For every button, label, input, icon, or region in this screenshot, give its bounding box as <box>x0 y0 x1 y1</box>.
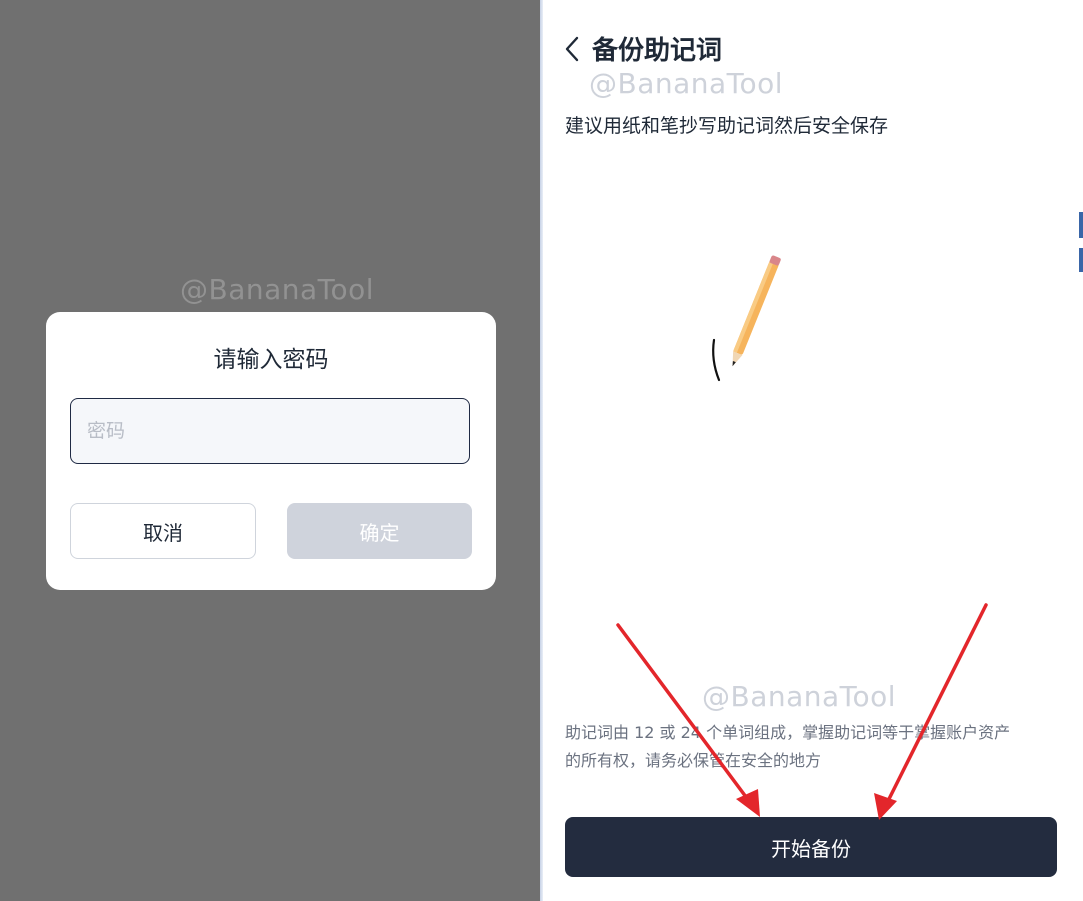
dialog-title: 请输入密码 <box>213 347 329 373</box>
page-title: 备份助记词 <box>592 36 723 66</box>
page-subtitle: 建议用纸和笔抄写助记词然后安全保存 <box>565 115 889 137</box>
password-input[interactable] <box>70 398 470 464</box>
notice-line: 助记词由 12 或 24 个单词组成，掌握助记词等于掌握账户资产 <box>565 723 1011 742</box>
mnemonic-notice: 助记词由 12 或 24 个单词组成，掌握助记词等于掌握账户资产 的所有权，请务… <box>565 719 1065 775</box>
annotation-arrow <box>616 623 754 807</box>
arrowhead-icon <box>874 793 897 820</box>
watermark: @BananaTool <box>180 273 375 306</box>
notice-line: 的所有权，请务必保管在安全的地方 <box>565 751 822 770</box>
password-dialog: 请输入密码 取消 确定 <box>46 312 496 590</box>
pane-divider <box>540 0 543 901</box>
cancel-button[interactable]: 取消 <box>70 503 256 559</box>
watermark: @BananaTool <box>589 67 784 100</box>
chevron-left-icon <box>565 36 579 62</box>
pencil-icon <box>700 250 800 390</box>
edge-mark <box>1079 248 1083 272</box>
start-backup-button[interactable]: 开始备份 <box>565 817 1057 877</box>
confirm-button[interactable]: 确定 <box>287 503 472 559</box>
arrowhead-icon <box>736 789 760 817</box>
watermark: @BananaTool <box>702 680 897 713</box>
back-button[interactable] <box>560 34 584 64</box>
annotation-arrow <box>884 603 988 807</box>
modal-overlay: @BananaTool 请输入密码 取消 确定 <box>0 0 540 901</box>
edge-mark <box>1079 212 1083 238</box>
